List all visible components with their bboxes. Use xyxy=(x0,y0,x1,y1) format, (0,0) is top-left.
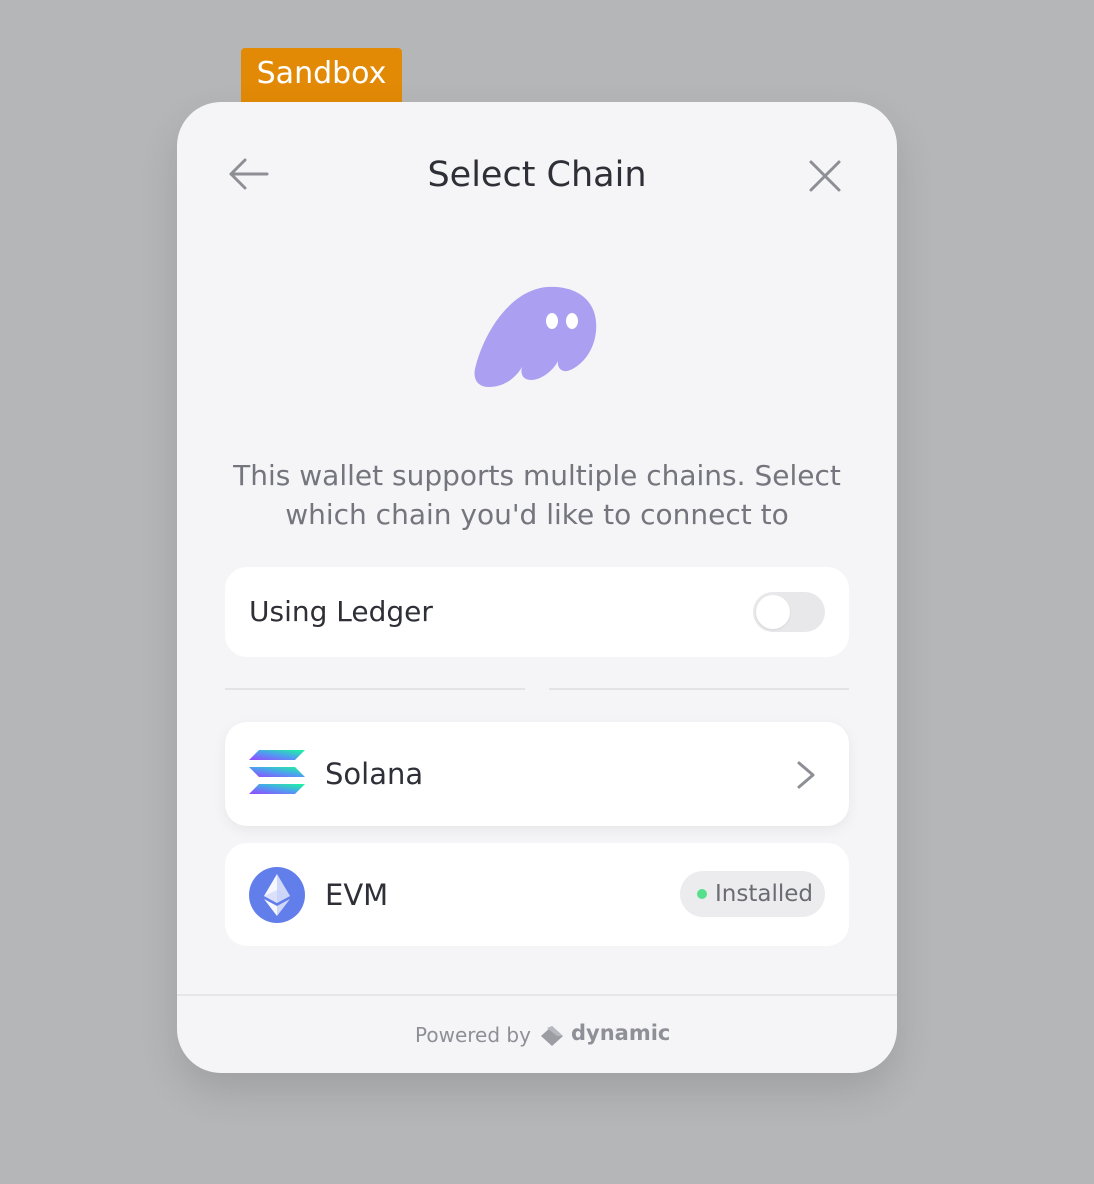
dynamic-brand-name[interactable]: dynamic xyxy=(571,1018,670,1048)
select-chain-modal: Select Chain This wallet supports multip… xyxy=(177,102,897,1073)
powered-by-text: Powered by xyxy=(415,1023,531,1047)
divider-left xyxy=(225,688,525,690)
chain-option-evm[interactable]: EVM Installed xyxy=(225,843,849,946)
chain-description: This wallet supports multiple chains. Se… xyxy=(233,459,841,531)
toggle-knob xyxy=(756,595,790,629)
ledger-label: Using Ledger xyxy=(249,595,433,628)
close-icon xyxy=(809,160,841,192)
chain-option-solana[interactable]: Solana xyxy=(225,722,849,826)
divider-right xyxy=(549,688,849,690)
sandbox-badge: Sandbox xyxy=(241,48,402,102)
solana-icon xyxy=(249,750,305,794)
ghost-wallet-icon xyxy=(474,286,597,387)
ledger-row: Using Ledger xyxy=(225,567,849,657)
dynamic-logo-icon xyxy=(541,1026,563,1046)
chain-name: Solana xyxy=(325,757,424,791)
installed-badge: Installed xyxy=(680,871,825,917)
ledger-toggle[interactable] xyxy=(753,592,825,632)
chain-name: EVM xyxy=(325,878,389,912)
modal-footer: Powered by dynamic xyxy=(177,994,897,1073)
ethereum-icon xyxy=(249,867,305,923)
installed-label: Installed xyxy=(715,881,813,907)
modal-title: Select Chain xyxy=(427,155,647,195)
page-backdrop: Sandbox Select Chain This wallet support… xyxy=(0,0,1094,1184)
close-button[interactable] xyxy=(805,156,845,196)
status-dot-icon xyxy=(697,889,707,899)
chevron-right-icon xyxy=(797,761,815,789)
